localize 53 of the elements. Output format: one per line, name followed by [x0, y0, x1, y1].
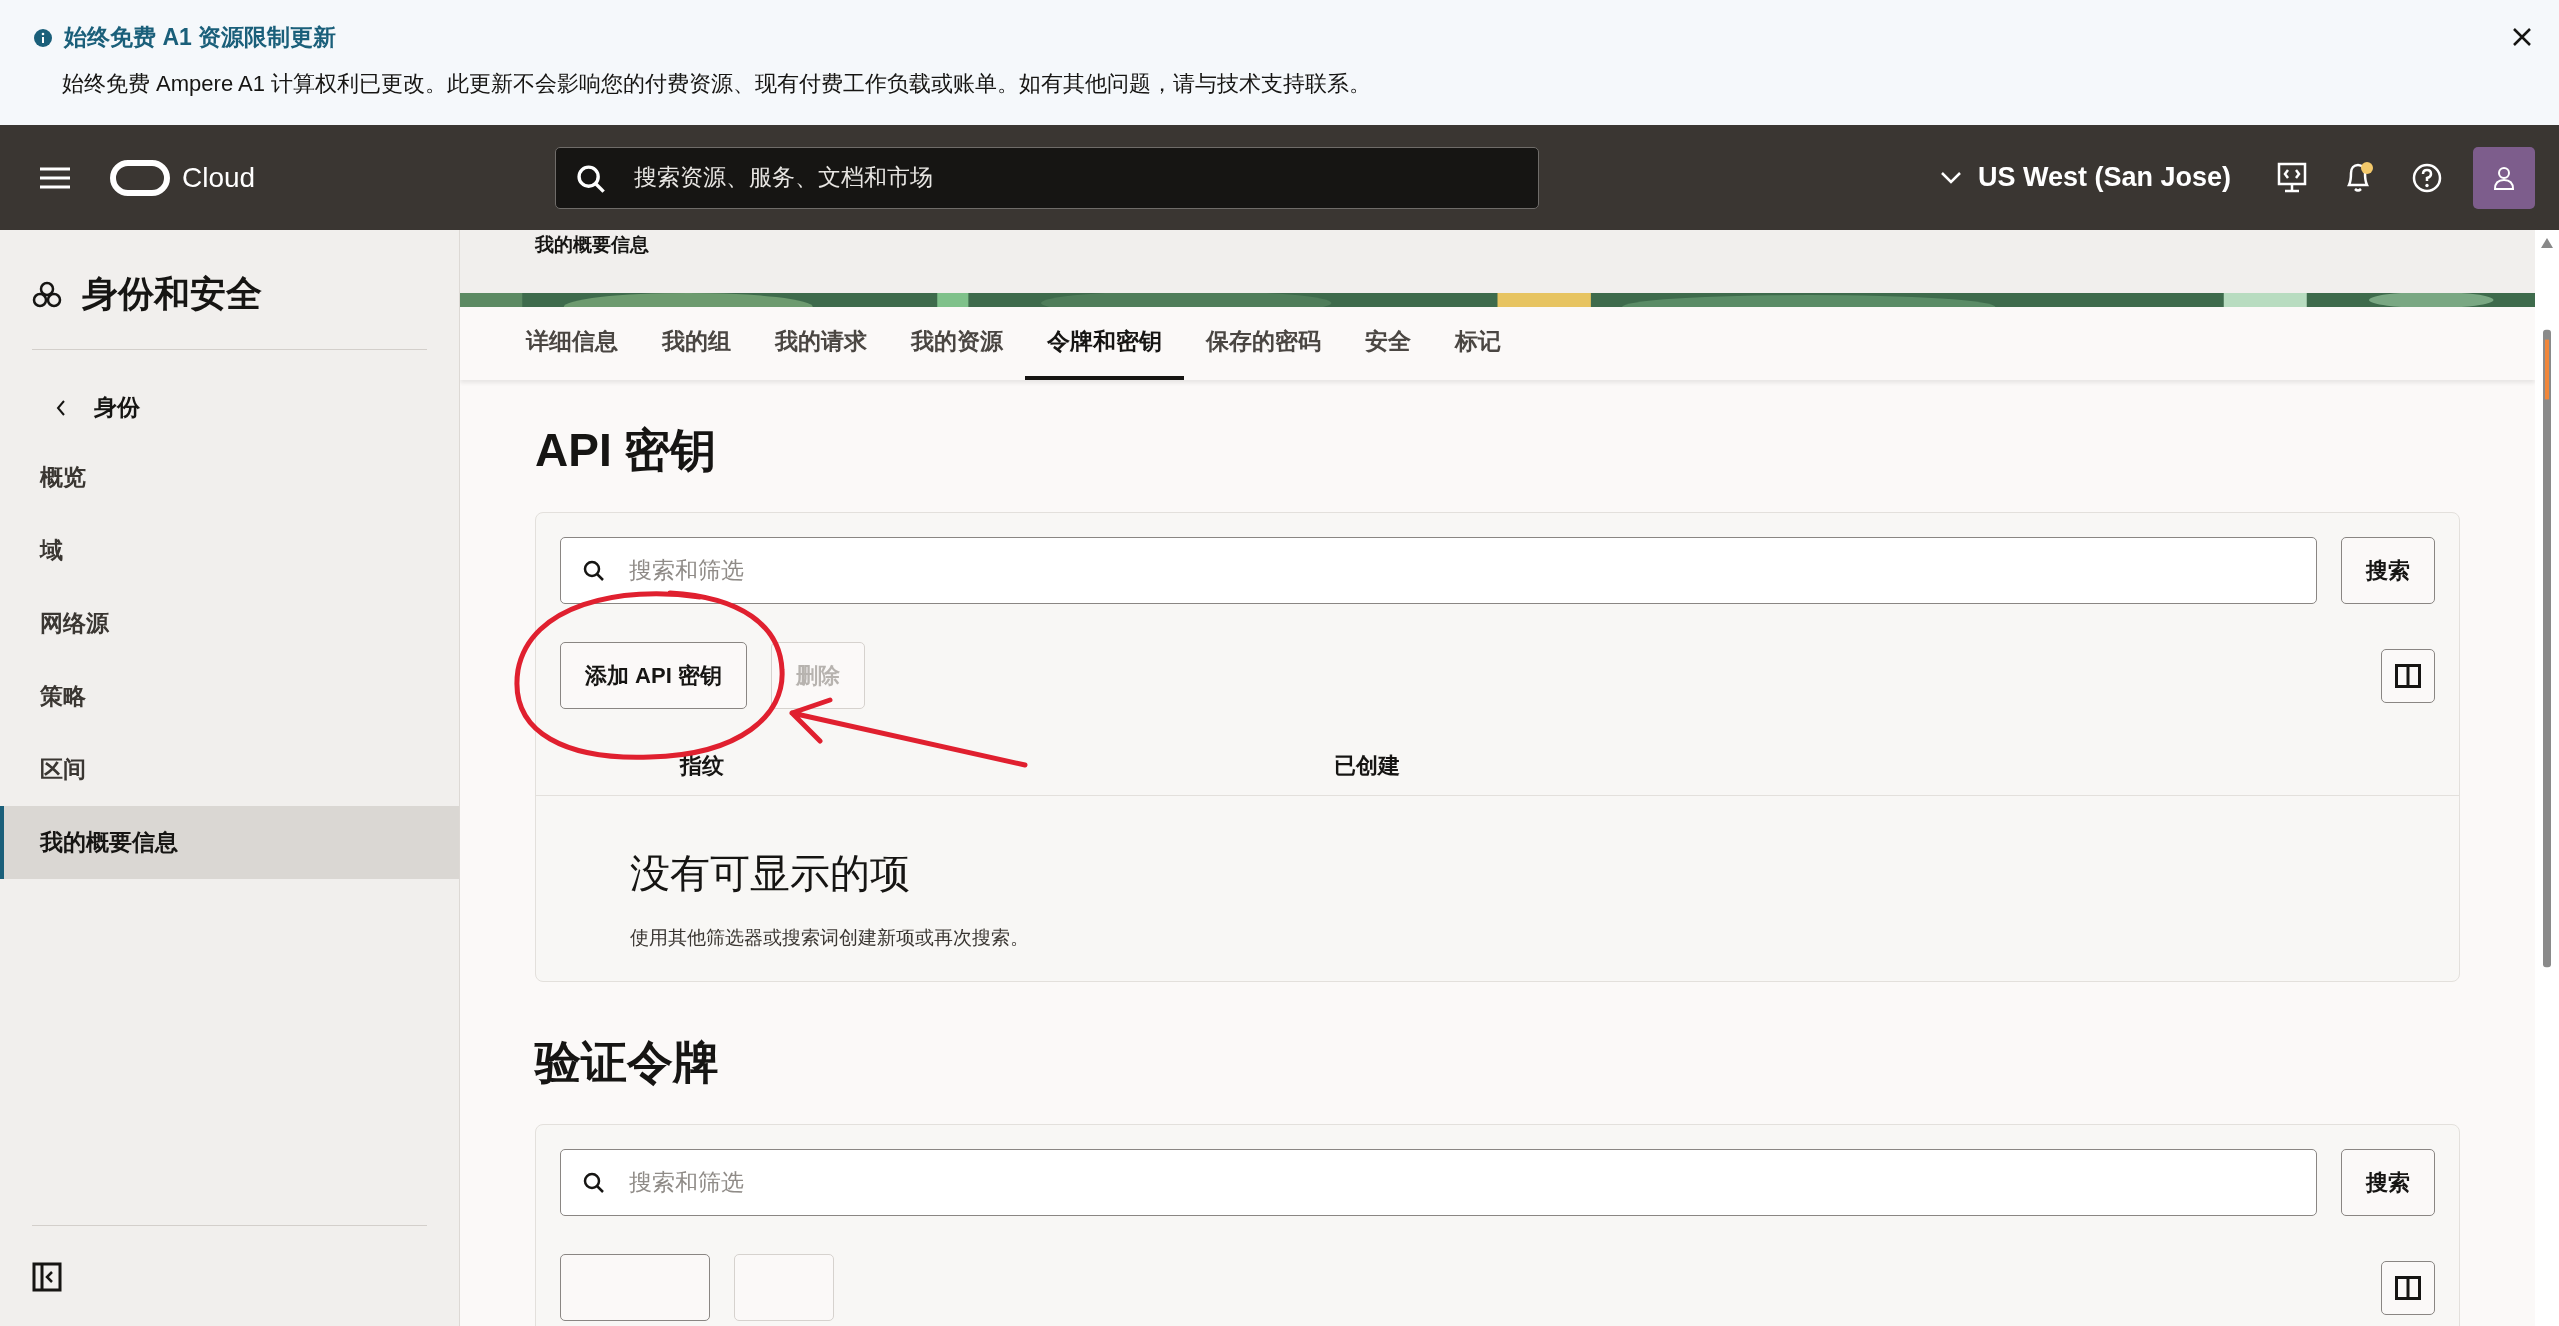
- region-selector[interactable]: US West (San Jose): [1933, 161, 2237, 194]
- sidebar-title: 身份和安全: [82, 272, 262, 316]
- info-icon: [34, 28, 52, 47]
- add-button[interactable]: [560, 1254, 710, 1321]
- search-field[interactable]: 搜索和筛选: [560, 1149, 2317, 1216]
- search-button[interactable]: 搜索: [2341, 537, 2435, 604]
- tab[interactable]: 保存的密码: [1184, 307, 1343, 380]
- column-header: 指纹: [680, 752, 725, 780]
- user-icon: [2493, 165, 2515, 190]
- collapse-icon[interactable]: [32, 1262, 62, 1292]
- avatar[interactable]: [2473, 146, 2535, 209]
- sidebar-item[interactable]: 我的概要信息: [0, 806, 459, 879]
- back-link[interactable]: 身份: [56, 392, 459, 423]
- search-button[interactable]: 搜索: [2341, 1149, 2435, 1216]
- menu-icon[interactable]: [40, 166, 70, 189]
- tab[interactable]: 标记: [1433, 307, 1523, 380]
- close-icon[interactable]: [2511, 26, 2533, 48]
- tab[interactable]: 我的请求: [753, 307, 889, 380]
- chevron-left-icon: [56, 398, 66, 417]
- empty-title: 没有可显示的项: [630, 850, 911, 897]
- columns-icon: [2395, 1275, 2421, 1300]
- search-icon: [582, 559, 604, 581]
- brand-name: Cloud: [182, 161, 256, 194]
- columns-button[interactable]: [2381, 648, 2435, 703]
- search-field[interactable]: 搜索和筛选: [560, 537, 2317, 604]
- notice-title: 始终免费 A1 资源限制更新: [64, 23, 337, 52]
- tab[interactable]: 令牌和密钥: [1025, 307, 1184, 380]
- sidebar-item[interactable]: 区间: [0, 733, 459, 806]
- global-search-field[interactable]: 搜索资源、服务、文档和市场: [555, 146, 1540, 209]
- sidebar-item[interactable]: 策略: [0, 660, 459, 733]
- chevron-down-icon: [1939, 170, 1962, 185]
- breadcrumb: 我的概要信息: [535, 234, 649, 255]
- section-title: 验证令牌: [535, 1035, 720, 1090]
- tab[interactable]: 安全: [1343, 307, 1433, 380]
- columns-button[interactable]: [2381, 1260, 2435, 1315]
- tab[interactable]: 详细信息: [504, 307, 640, 380]
- logo-icon[interactable]: [110, 159, 170, 196]
- sidebar-item[interactable]: 域: [0, 514, 459, 587]
- sidebar-item[interactable]: 网络源: [0, 587, 459, 660]
- help-icon[interactable]: [2411, 161, 2443, 194]
- tab[interactable]: 我的资源: [889, 307, 1025, 380]
- add-button[interactable]: 添加 API 密钥: [560, 642, 747, 709]
- search-icon: [575, 162, 606, 193]
- columns-icon: [2395, 663, 2421, 688]
- monitor-code-icon[interactable]: [2277, 161, 2307, 194]
- column-header: 已创建: [1334, 752, 1401, 780]
- tab[interactable]: 我的组: [640, 307, 753, 380]
- cubes-icon: [32, 280, 62, 309]
- sidebar-item[interactable]: 概览: [0, 441, 459, 514]
- empty-hint: 使用其他筛选器或搜索词创建新项或再次搜索。: [630, 926, 1030, 950]
- notice-message: 始终免费 Ampere A1 计算权利已更改。此更新不会影响您的付费资源、现有付费工作负载或账单。如有其他问题，请与技术支持联系。: [62, 70, 1373, 98]
- section-title: API 密钥: [535, 423, 718, 478]
- search-icon: [582, 1171, 604, 1193]
